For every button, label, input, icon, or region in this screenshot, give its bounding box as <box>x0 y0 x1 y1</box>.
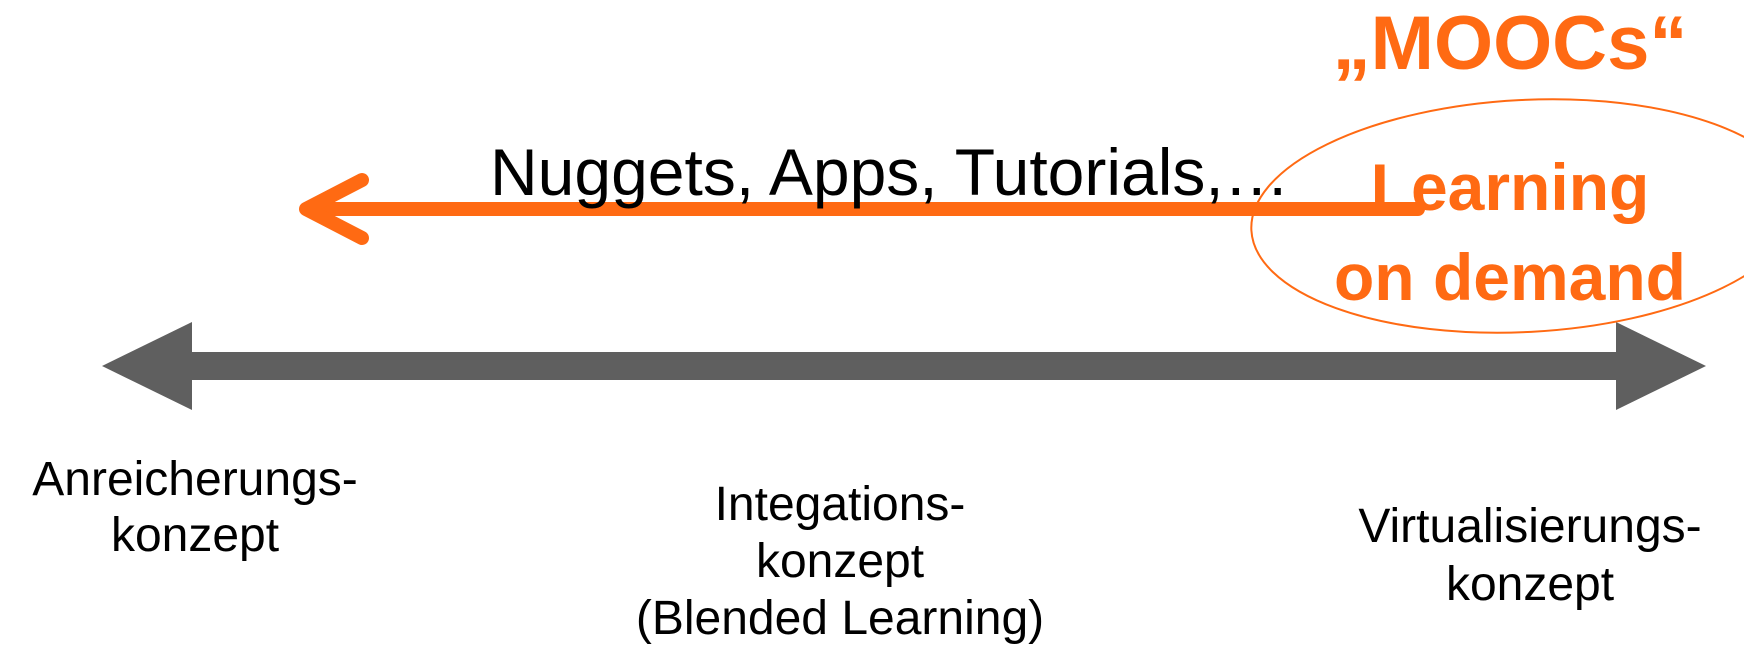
integationskonzept-label: Integations- konzept (Blended Learning) <box>600 476 1080 647</box>
virtualisierungskonzept-label: Virtualisierungs- konzept <box>1320 498 1740 614</box>
left-concept-line2: konzept <box>110 509 280 562</box>
axis-shaft <box>185 352 1625 380</box>
axis-right-arrowhead <box>1616 322 1706 410</box>
nuggets-text: Nuggets, Apps, Tutorials,… <box>490 135 1290 209</box>
right-concept-line2: konzept <box>1445 558 1615 611</box>
right-concept-line1: Virtualisierungs- <box>1358 500 1702 553</box>
moocs-text: „MOOCs“ <box>1332 1 1688 86</box>
learning-on-demand-line1: Learning <box>1370 150 1650 224</box>
learning-on-demand-label: Learning on demand <box>1300 142 1720 322</box>
moocs-label: „MOOCs“ <box>1290 2 1730 86</box>
middle-concept-line2: konzept <box>755 535 925 588</box>
learning-on-demand-line2: on demand <box>1333 240 1686 314</box>
middle-concept-line1: Integations- <box>714 478 966 531</box>
anreicherungskonzept-label: Anreicherungs- konzept <box>0 452 390 564</box>
middle-concept-line3: (Blended Learning) <box>635 592 1045 645</box>
concept-axis-arrow <box>102 322 1706 410</box>
axis-left-arrowhead <box>102 322 192 410</box>
nuggets-label: Nuggets, Apps, Tutorials,… <box>490 134 1440 210</box>
left-concept-line1: Anreicherungs- <box>32 453 358 506</box>
